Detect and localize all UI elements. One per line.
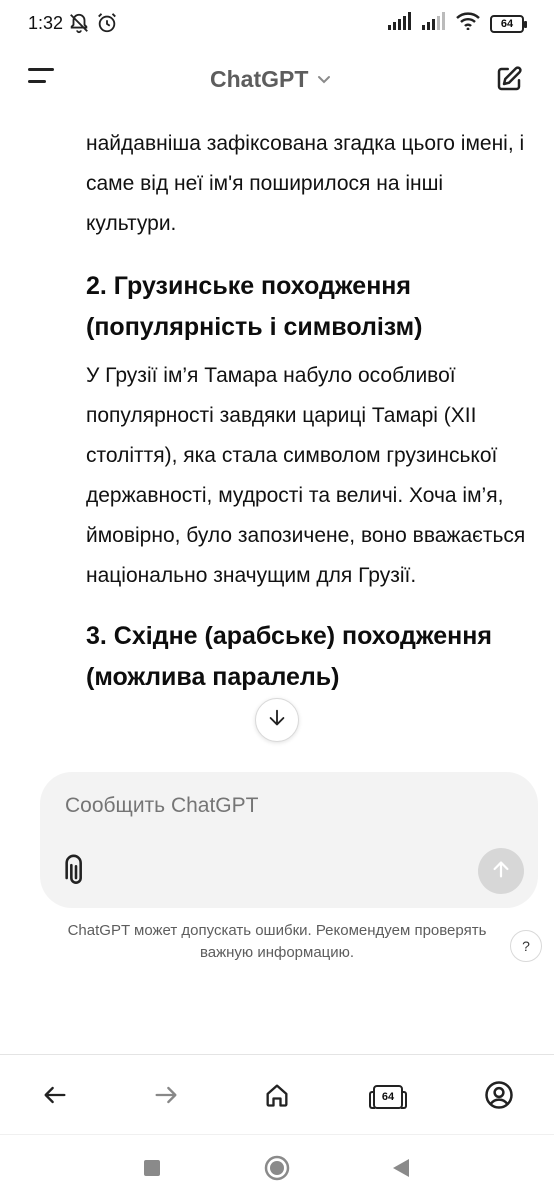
message-heading: 3. Східне (арабське) походження (можлива…	[86, 622, 492, 691]
new-chat-icon	[494, 66, 524, 98]
disclaimer-line: важную информацию.	[199, 944, 355, 961]
browser-tabs-button[interactable]: 64	[368, 1077, 408, 1117]
app-header: ChatGPT	[0, 44, 554, 120]
browser-account-button[interactable]	[479, 1077, 519, 1117]
model-selector[interactable]: ChatGPT	[210, 66, 332, 93]
disclaimer-line: ChatGPT может допускать ошибки. Рекоменд…	[67, 922, 487, 939]
browser-home-button[interactable]	[257, 1077, 297, 1117]
signal-icon	[388, 12, 412, 35]
browser-toolbar: 64	[0, 1054, 554, 1134]
home-circle-icon	[264, 1155, 290, 1185]
chat-conversation[interactable]: найдавніша зафіксована згадка цього імен…	[0, 120, 554, 760]
tabs-icon: 64	[369, 1085, 407, 1109]
system-home-button[interactable]	[264, 1155, 290, 1186]
menu-button[interactable]	[28, 68, 62, 98]
attach-button[interactable]	[62, 854, 92, 888]
message-composer	[40, 772, 538, 908]
assistant-message: найдавніша зафіксована згадка цього імен…	[86, 120, 536, 698]
message-heading: 2. Грузинське походження (популярність і…	[86, 272, 423, 341]
arrow-up-icon	[490, 858, 512, 885]
back-arrow-icon	[41, 1081, 69, 1114]
page-title: ChatGPT	[210, 66, 309, 92]
signal-icon	[422, 12, 446, 35]
recents-button[interactable]	[143, 1159, 161, 1182]
message-paragraph: У Грузії ім’я Тамара набуло особливої по…	[86, 364, 526, 587]
status-right-icons: 64	[388, 12, 527, 35]
browser-forward-button[interactable]	[146, 1077, 186, 1117]
battery-icon: 64	[490, 14, 527, 33]
mute-notifications-icon	[68, 12, 90, 39]
forward-arrow-icon	[152, 1081, 180, 1114]
menu-icon-line	[28, 80, 46, 83]
disclaimer: ChatGPT может допускать ошибки. Рекоменд…	[0, 920, 554, 964]
help-button[interactable]: ?	[510, 930, 542, 962]
paperclip-icon	[62, 854, 90, 892]
new-chat-button[interactable]	[494, 64, 526, 96]
account-icon	[484, 1080, 514, 1115]
status-bar: 1:32 64	[0, 0, 554, 44]
system-navigation-bar	[0, 1134, 554, 1200]
alarm-icon	[96, 12, 118, 39]
system-back-button[interactable]	[392, 1158, 410, 1183]
menu-icon	[28, 68, 54, 71]
status-time: 1:32	[28, 13, 64, 33]
arrow-down-icon	[266, 707, 288, 734]
chevron-down-icon	[316, 66, 332, 93]
recents-square-icon	[143, 1160, 161, 1181]
status-left-icons	[68, 12, 118, 39]
home-icon	[263, 1081, 291, 1114]
scroll-to-bottom-button[interactable]	[255, 698, 299, 742]
send-button[interactable]	[478, 848, 524, 894]
message-input[interactable]	[65, 794, 485, 818]
back-triangle-icon	[392, 1159, 410, 1182]
browser-back-button[interactable]	[35, 1077, 75, 1117]
message-paragraph: найдавніша зафіксована згадка цього імен…	[86, 132, 525, 235]
wifi-icon	[456, 12, 480, 35]
